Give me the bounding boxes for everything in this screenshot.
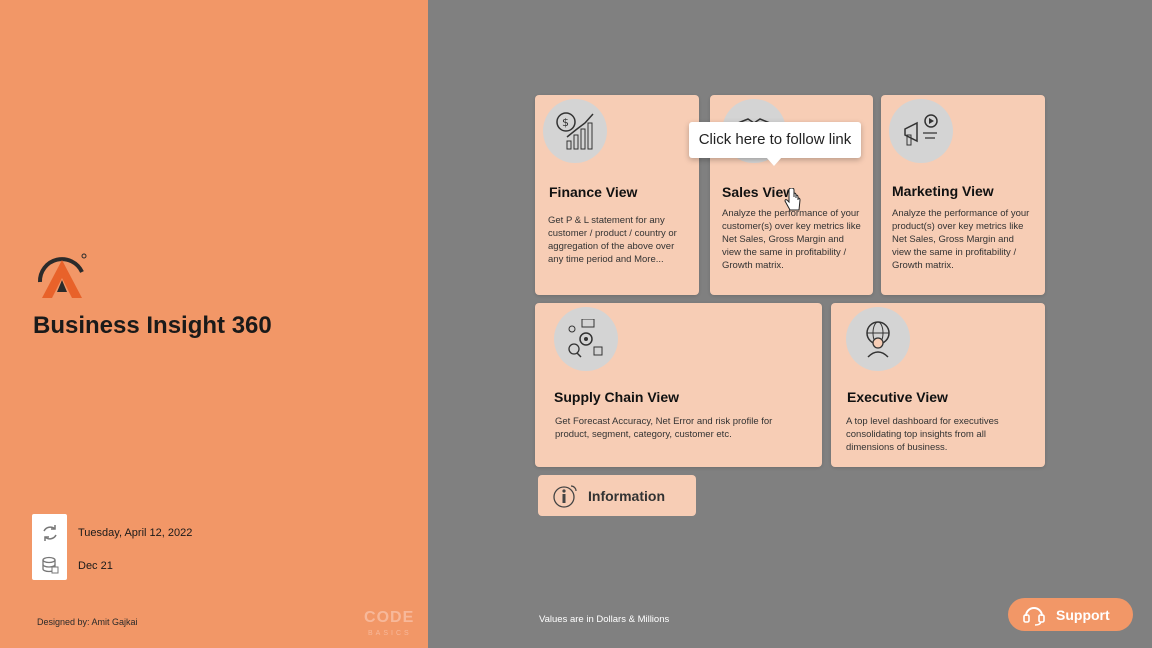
brand-basics-text: BASICS	[368, 630, 412, 637]
tooltip-arrow	[766, 157, 782, 166]
meta-icon-box	[32, 514, 67, 580]
svg-text:$: $	[562, 116, 569, 129]
card-description: Get P & L statement for any customer / p…	[548, 215, 677, 265]
hand-cursor-icon	[784, 188, 801, 211]
database-icon	[42, 556, 59, 574]
information-label: Information	[588, 488, 665, 504]
marketing-view-card[interactable]: Marketing View Analyze the performance o…	[881, 95, 1045, 295]
card-description: Analyze the performance of your product(…	[892, 208, 1030, 271]
card-title: Supply Chain View	[554, 389, 679, 405]
app-title: Business Insight 360	[33, 312, 272, 339]
information-button[interactable]: Information	[538, 475, 696, 516]
data-through-label: Dec 21	[78, 560, 113, 572]
brand-code-text: CODE	[364, 609, 415, 626]
supply-chain-icon	[554, 307, 618, 371]
left-panel: Business Insight 360 Tuesday, April 12, …	[0, 0, 428, 648]
finance-chart-icon: $	[543, 99, 607, 163]
card-title: Finance View	[549, 184, 638, 200]
executive-globe-icon	[846, 307, 910, 371]
executive-view-card[interactable]: Executive View A top level dashboard for…	[831, 303, 1045, 467]
values-footnote: Values are in Dollars & Millions	[539, 614, 670, 625]
headset-icon	[1023, 607, 1045, 626]
last-refresh-date: Tuesday, April 12, 2022	[78, 527, 193, 539]
follow-link-tooltip: Click here to follow link	[689, 122, 861, 158]
info-icon	[553, 485, 577, 508]
refresh-icon	[43, 525, 57, 541]
card-title: Executive View	[847, 389, 948, 405]
finance-view-card[interactable]: $ Finance View Get P & L statement for a…	[535, 95, 699, 295]
designed-by-credit: Designed by: Amit Gajkai	[37, 617, 138, 627]
marketing-megaphone-icon	[889, 99, 953, 163]
business-insight-logo-icon	[37, 253, 87, 298]
support-label: Support	[1056, 607, 1110, 623]
support-button[interactable]: Support	[1008, 598, 1133, 631]
card-description: A top level dashboard for executives con…	[846, 416, 999, 453]
supply-chain-view-card[interactable]: Supply Chain View Get Forecast Accuracy,…	[535, 303, 822, 467]
card-title: Marketing View	[892, 183, 994, 199]
card-description: Analyze the performance of your customer…	[722, 208, 861, 271]
card-description: Get Forecast Accuracy, Net Error and ris…	[555, 416, 773, 440]
